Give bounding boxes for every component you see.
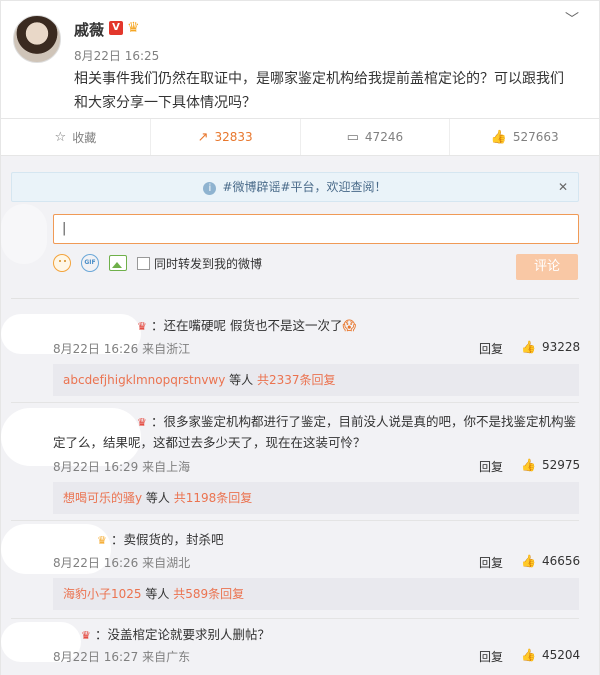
comment-body: ：卖假货的，封杀吧 — [111, 532, 224, 547]
comment-button[interactable]: ▭ 47246 — [301, 119, 451, 155]
comment-input-value: | — [62, 221, 67, 236]
comment-body: ：还在嘴硬呢 假货也不是这一次了 — [151, 318, 343, 333]
sub-reply-user[interactable]: 想喝可乐的骚y — [63, 491, 142, 505]
favorite-label: 收藏 — [72, 130, 97, 145]
like-count: 527663 — [512, 130, 559, 144]
divider — [11, 298, 579, 299]
shocked-emoji: 😱 — [342, 319, 357, 334]
vip-crown-icon: ♛ — [137, 320, 147, 333]
comment-input[interactable]: | — [53, 214, 579, 244]
sub-replies-link[interactable]: 海豹小子1025 等人 共589条回复 — [53, 578, 579, 610]
comment-item: ♛ ：还在嘴硬呢 假货也不是这一次了😱 8月22日 16:26 来自浙江 回复 👍… — [1, 306, 600, 396]
favorite-button[interactable]: ☆ 收藏 — [1, 119, 151, 155]
star-icon: ☆ — [54, 129, 67, 145]
thumbs-up-icon: 👍 — [521, 648, 536, 662]
verified-badge-icon: V — [109, 21, 123, 35]
thumbs-up-icon: 👍 — [490, 129, 507, 145]
info-icon: i — [203, 182, 217, 195]
comment-text: ♛ ：卖假货的，封杀吧 — [97, 529, 600, 550]
reply-button[interactable]: 回复 — [479, 648, 503, 665]
comment-meta[interactable]: 8月22日 16:29 来自上海 — [53, 458, 190, 475]
comment-body: ：很多家鉴定机构都进行了鉴定，目前没人说是真的吧，你不是找鉴定机构鉴定了么，结果… — [53, 414, 577, 450]
sub-replies-link[interactable]: abcdefjhigklmnopqrstnvwy 等人 共2337条回复 — [53, 364, 579, 396]
author-name[interactable]: 戚薇 — [74, 19, 104, 40]
sub-reply-count[interactable]: 共2337条回复 — [257, 373, 336, 387]
comment-body: ：没盖棺定论就要求别人删帖？ — [95, 627, 271, 642]
forward-button[interactable]: ↗ 32833 — [151, 119, 301, 155]
comment-section: i #微博辟谣#平台，欢迎查阅！ ✕ | GIF 同时转发到我的微博 评论 ♛ ：还… — [0, 156, 600, 675]
like-button[interactable]: 👍 527663 — [450, 119, 599, 155]
post-text: 相关事件我们仍然在取证中，是哪家鉴定机构给我提前盖棺定论的？可以跟我们和大家分享… — [74, 71, 564, 111]
vip-crown-icon: ♛ — [97, 534, 107, 547]
reply-button[interactable]: 回复 — [479, 458, 503, 475]
sub-reply-count[interactable]: 共1198条回复 — [174, 491, 253, 505]
sub-reply-user[interactable]: abcdefjhigklmnopqrstnvwy — [63, 373, 225, 387]
sub-reply-mid: 等人 — [142, 491, 174, 505]
divider — [11, 402, 579, 403]
comment-like-button[interactable]: 👍 93228 — [521, 340, 580, 354]
comment-meta[interactable]: 8月22日 16:27 来自广东 — [53, 648, 190, 665]
sub-reply-mid: 等人 — [225, 373, 257, 387]
forward-icon: ↗ — [197, 129, 209, 145]
comment-like-count: 45204 — [541, 648, 581, 662]
sub-reply-mid: 等人 — [141, 587, 174, 601]
reply-button[interactable]: 回复 — [479, 554, 503, 571]
submit-comment-button[interactable]: 评论 — [516, 254, 578, 280]
share-checkbox[interactable] — [137, 256, 150, 270]
comment-like-count: 93228 — [541, 340, 581, 354]
my-avatar — [1, 204, 47, 264]
share-checkbox-label[interactable]: 同时转发到我的微博 — [154, 255, 262, 272]
divider — [11, 618, 579, 619]
comment-like-button[interactable]: 👍 46656 — [521, 554, 580, 568]
chevron-down-icon[interactable]: ﹀ — [563, 11, 581, 29]
comment-like-count: 52975 — [541, 458, 581, 472]
gif-icon[interactable]: GIF — [81, 254, 99, 272]
comment-item: ♛ ：卖假货的，封杀吧 8月22日 16:26 来自湖北 回复 👍 46656 海豹… — [1, 524, 600, 614]
thumbs-up-icon: 👍 — [521, 340, 536, 354]
weibo-post: 戚薇 V ♛ ﹀ 8月22日 16:25 相关事件我们仍然在取证中，是哪家鉴定机… — [0, 0, 600, 118]
comment-item: ♛ ：没盖棺定论就要求别人删帖？ 8月22日 16:27 来自广东 回复 👍 452… — [1, 622, 600, 675]
comment-text: ♛ ：还在嘴硬呢 假货也不是这一次了😱 — [137, 315, 600, 337]
close-icon[interactable]: ✕ — [558, 173, 568, 201]
rumor-tip-banner: i #微博辟谣#平台，欢迎查阅！ ✕ — [11, 172, 579, 202]
emoji-icon[interactable] — [53, 254, 71, 272]
comment-text: ♛ ：很多家鉴定机构都进行了鉴定，目前没人说是真的吧，你不是找鉴定机构鉴定了么，结… — [53, 411, 583, 453]
vip-crown-icon: ♛ — [127, 20, 140, 36]
comment-icon: ▭ — [346, 129, 359, 145]
comment-toolbar: GIF 同时转发到我的微博 — [53, 252, 262, 274]
tip-text[interactable]: #微博辟谣#平台，欢迎查阅！ — [222, 180, 386, 194]
sub-replies-link[interactable]: 想喝可乐的骚y 等人 共1198条回复 — [53, 482, 579, 514]
comment-text: ♛ ：没盖棺定论就要求别人删帖？ — [81, 624, 600, 645]
comment-meta[interactable]: 8月22日 16:26 来自湖北 — [53, 554, 190, 571]
vip-crown-icon: ♛ — [137, 416, 147, 429]
reply-button[interactable]: 回复 — [479, 340, 503, 357]
comment-meta[interactable]: 8月22日 16:26 来自浙江 — [53, 340, 190, 357]
comment-count: 47246 — [364, 130, 404, 144]
comment-like-count: 46656 — [541, 554, 581, 568]
vip-crown-icon: ♛ — [81, 629, 91, 642]
comment-like-button[interactable]: 👍 52975 — [521, 458, 580, 472]
thumbs-up-icon: 👍 — [521, 554, 536, 568]
post-action-bar: ☆ 收藏 ↗ 32833 ▭ 47246 👍 527663 — [0, 118, 600, 156]
sub-reply-count[interactable]: 共589条回复 — [173, 587, 244, 601]
image-icon[interactable] — [109, 255, 127, 271]
author-avatar[interactable] — [13, 15, 61, 63]
post-time[interactable]: 8月22日 16:25 — [74, 47, 159, 64]
comment-item: ♛ ：很多家鉴定机构都进行了鉴定，目前没人说是真的吧，你不是找鉴定机构鉴定了么，结… — [1, 406, 600, 516]
forward-count: 32833 — [214, 130, 253, 144]
comment-like-button[interactable]: 👍 45204 — [521, 648, 580, 662]
sub-reply-user[interactable]: 海豹小子1025 — [63, 587, 142, 601]
divider — [11, 520, 579, 521]
thumbs-up-icon: 👍 — [521, 458, 536, 472]
